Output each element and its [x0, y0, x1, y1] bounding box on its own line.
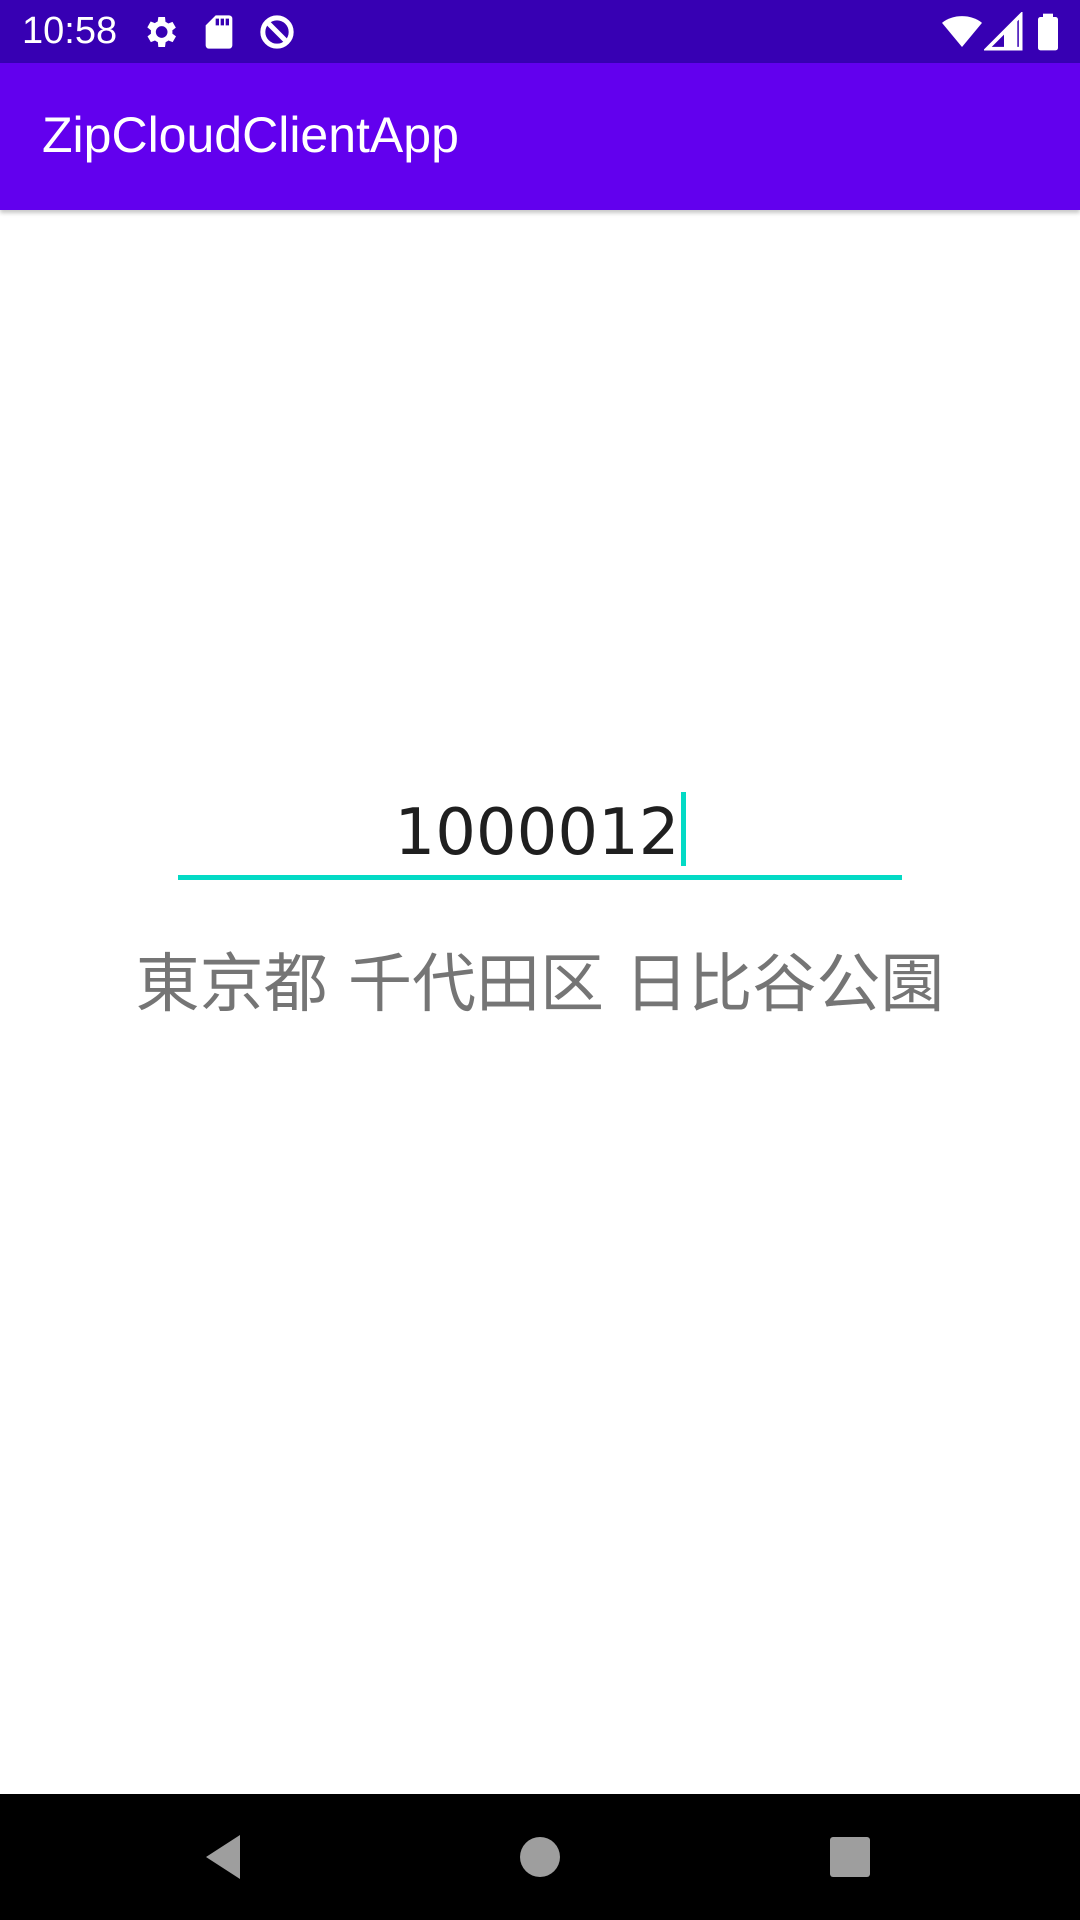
cellular-signal-icon [984, 12, 1023, 51]
zip-code-input[interactable]: 1000012 [178, 780, 902, 880]
status-time: 10:58 [22, 10, 118, 52]
sd-card-icon [205, 15, 233, 49]
back-icon[interactable] [198, 1829, 254, 1885]
address-result: 東京都 千代田区 日比谷公園 [135, 948, 945, 1022]
status-bar: 10:58 [0, 0, 1080, 63]
wifi-icon [942, 16, 982, 47]
app-title: ZipCloudClientApp [42, 107, 459, 163]
data-saver-icon [260, 15, 294, 49]
app-bar: ZipCloudClientApp [0, 63, 1080, 210]
recents-icon[interactable] [822, 1829, 878, 1885]
settings-gear-icon [147, 17, 176, 47]
zip-code-value: 1000012 [394, 796, 680, 870]
battery-icon [1038, 13, 1058, 51]
input-underline [178, 875, 902, 880]
text-cursor [680, 792, 686, 866]
home-icon[interactable] [512, 1829, 568, 1885]
